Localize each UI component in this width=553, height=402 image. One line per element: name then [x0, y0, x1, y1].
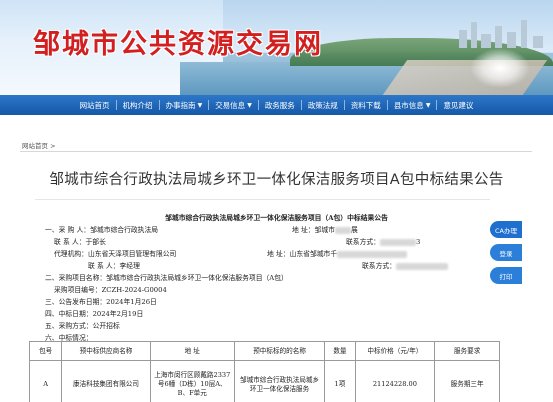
redacted-text [334, 226, 351, 234]
project-name: 二、采购项目名称：邹城市综合行政执法局城乡环卫一体化保洁服务项目（A包） [45, 274, 288, 282]
agent-address-label: 地 址：山东省邹城市千 [267, 250, 338, 258]
nav-item-label: 机构介绍 [122, 100, 153, 110]
page-title: 邹城市综合行政执法局城乡环卫一体化保洁服务项目A包中标结果公告 [49, 172, 504, 188]
col-package: 包号 [28, 341, 63, 361]
redacted-text [337, 250, 408, 258]
header-banner: 邹城市公共资源交易网 [0, 0, 553, 95]
nav-item[interactable]: 意见建议 [437, 95, 479, 115]
nav-item[interactable]: 办事指南 ▼ [160, 95, 209, 115]
purchaser-phone: 联系方式： 3 [346, 236, 420, 246]
award-table: 包号 预中标供应商名称 地 址 预中标标的的名称 数量 中标价格（元/年） 服务… [28, 341, 500, 402]
agent-contact: 联 系 人：李经理 [88, 262, 140, 270]
col-supplier: 预中标供应商名称 [61, 341, 151, 361]
ca-button[interactable]: CA办理 [490, 221, 522, 238]
cell-subject: 邹城市综合行政执法局城乡环卫一体化保洁服务 [233, 360, 326, 402]
chevron-down-icon: ▼ [247, 101, 252, 109]
nav-item[interactable]: 机构介绍 [117, 95, 159, 115]
col-subject: 预中标标的的名称 [233, 341, 326, 361]
banner-fountain [470, 48, 530, 88]
site-title[interactable]: 邹城市公共资源交易网 [33, 22, 323, 61]
divider [35, 199, 490, 200]
nav-item[interactable]: 政策法规 [302, 95, 344, 115]
agent-address: 地 址：山东省邹城市千 [267, 248, 408, 258]
nav-item[interactable]: 资料下载 [345, 95, 387, 115]
purchaser-phone-label: 联系方式： [346, 238, 380, 246]
col-price: 中标价格（元/年） [354, 341, 436, 361]
purchaser-contact: 联 系 人：于部长 [54, 238, 106, 246]
redacted-text [379, 238, 416, 246]
nav-item[interactable]: 交易信息 ▼ [209, 95, 258, 115]
purchaser-phone-tail: 3 [415, 238, 421, 246]
col-quantity: 数量 [324, 341, 356, 361]
notice-heading: 邹城市综合行政执法局城乡环卫一体化保洁服务项目（A包）中标结果公告 [165, 214, 388, 222]
purchaser-line: 一、采 购 人：邹城市综合行政执法局 [45, 226, 159, 234]
login-button[interactable]: 登录 [490, 244, 522, 261]
chevron-down-icon: ▼ [425, 101, 431, 109]
cell-service: 服务期三年 [434, 360, 500, 402]
cell-supplier: 康洁科技集团有限公司 [61, 360, 151, 402]
nav-item-label: 交易信息 [215, 100, 246, 110]
divider [20, 151, 532, 152]
cell-price: 21124228.00 [354, 360, 436, 402]
procurement-method: 五、采购方式：公开招标 [45, 322, 120, 330]
chevron-down-icon: ▼ [197, 101, 203, 109]
nav-item[interactable]: 政务服务 [259, 95, 301, 115]
nav-item-label: 政策法规 [307, 100, 338, 110]
cell-package: A [28, 360, 63, 402]
print-button[interactable]: 打印 [490, 267, 522, 284]
nav-item-label: 政务服务 [264, 100, 295, 110]
col-service: 服务要求 [434, 341, 500, 361]
nav-item-label: 资料下载 [350, 100, 381, 110]
agent-phone-label: 联系方式： [362, 262, 396, 270]
col-address: 地 址 [149, 341, 235, 361]
cell-address: 上海市闵行区顾戴路2337号6幢（D栋）10层A、B、F单元 [149, 360, 235, 402]
banner-skyline [455, 18, 553, 48]
agent-line: 代理机构：山东省天泽项目管理有限公司 [54, 250, 177, 258]
nav-item[interactable]: 县市信息 ▼ [388, 95, 437, 115]
nav-item-label: 县市信息 [393, 100, 424, 110]
breadcrumb[interactable]: 网站首页 > [22, 140, 56, 150]
table-header-row: 包号 预中标供应商名称 地 址 预中标标的的名称 数量 中标价格（元/年） 服务… [28, 341, 500, 361]
nav-item-label: 意见建议 [443, 100, 474, 110]
table-row: A 康洁科技集团有限公司 上海市闵行区顾戴路2337号6幢（D栋）10层A、B、… [28, 360, 500, 402]
purchaser-address: 地 址：邹城市 展 [292, 224, 358, 234]
main-nav: 网站首页 机构介绍 办事指南 ▼ 交易信息 ▼ 政务服务 政策法规 资料下载 县市信息 ▼ 意见建议 [0, 95, 553, 115]
nav-item-label: 办事指南 [165, 100, 196, 110]
page: 邹城市公共资源交易网 网站首页 机构介绍 办事指南 ▼ 交易信息 ▼ 政务服务 政策法规 资料下… [0, 0, 553, 402]
cell-quantity: 1项 [324, 360, 356, 402]
publish-date: 三、公告发布日期：2024年1月26日 [45, 298, 157, 306]
purchaser-address-label: 地 址：邹城市 [292, 226, 335, 234]
nav-item-label: 网站首页 [79, 100, 110, 110]
agent-phone: 联系方式： [362, 260, 448, 270]
award-date: 四、中标日期：2024年2月19日 [45, 310, 144, 318]
purchaser-address-tail: 展 [350, 226, 358, 234]
project-number: 采购项目编号：ZCZH-2024-G0004 [54, 286, 167, 294]
nav-item[interactable]: 网站首页 [74, 95, 116, 115]
redacted-text [395, 262, 448, 270]
